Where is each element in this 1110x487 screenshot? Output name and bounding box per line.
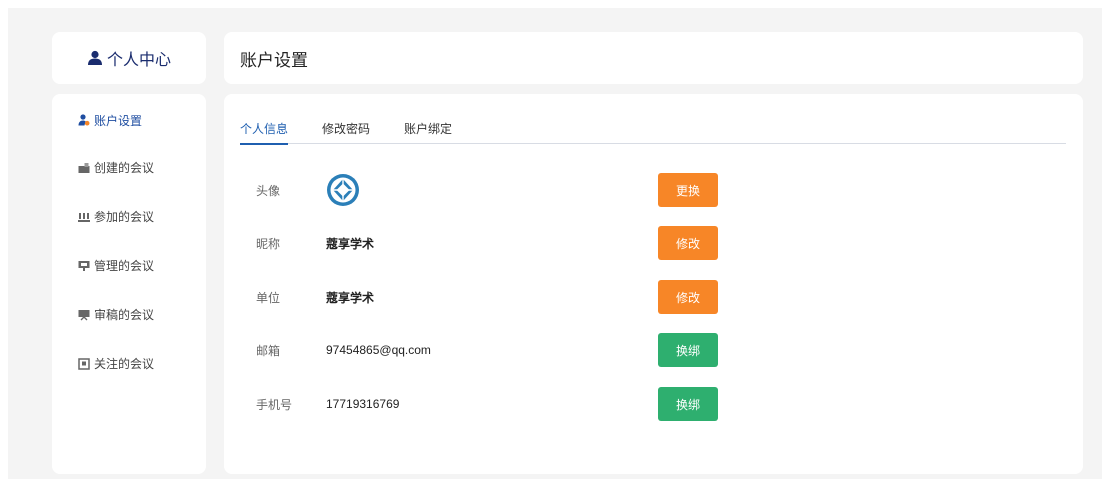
sidebar-item-created-meetings[interactable]: 创建的会议 <box>52 143 206 192</box>
rebind-phone-button[interactable]: 换绑 <box>658 387 718 421</box>
main-header: 账户设置 <box>224 32 1083 84</box>
email-row: 邮箱 97454865@qq.com <box>256 333 726 367</box>
unit-value: 蔻享学术 <box>326 290 375 305</box>
sidebar-title: 个人中心 <box>106 52 171 69</box>
sidebar-item-label: 管理的会议 <box>94 259 155 273</box>
avatar <box>326 173 360 207</box>
tab-personal-info[interactable]: 个人信息 <box>240 120 289 145</box>
sidebar-nav: 账户设置 创建的会议 参加的会议 管理的会议 审稿的会议 关注的会议 <box>52 94 206 474</box>
sidebar-item-label: 账户设置 <box>94 113 143 128</box>
edit-unit-button[interactable]: 修改 <box>658 280 718 314</box>
unit-label: 单位 <box>256 290 281 305</box>
join-meeting-icon <box>78 211 90 223</box>
tab-account-binding[interactable]: 账户绑定 <box>404 120 452 144</box>
sidebar-item-label: 审稿的会议 <box>94 308 155 322</box>
sidebar-item-joined-meetings[interactable]: 参加的会议 <box>52 192 206 241</box>
change-avatar-button[interactable]: 更换 <box>658 173 718 207</box>
tab-bar: 个人信息 修改密码 账户绑定 <box>240 120 1066 145</box>
sidebar-header: 个人中心 <box>52 32 206 84</box>
phone-row: 手机号 17719316769 <box>256 387 726 421</box>
avatar-row: 头像 <box>256 173 726 207</box>
nickname-label: 昵称 <box>256 236 281 251</box>
email-label: 邮箱 <box>256 343 281 358</box>
sidebar-item-reviewed-meetings[interactable]: 审稿的会议 <box>52 290 206 339</box>
manage-meeting-icon <box>78 260 90 272</box>
review-meeting-icon <box>78 309 90 321</box>
avatar-label: 头像 <box>256 183 281 198</box>
nickname-row: 昵称 蔻享学术 <box>256 226 726 260</box>
sidebar-item-label: 参加的会议 <box>94 210 155 224</box>
sidebar-item-label: 创建的会议 <box>94 161 155 175</box>
user-settings-icon <box>78 114 90 126</box>
main-content: 个人信息 修改密码 账户绑定 头像 更换 昵称 蔻享学术 修改 单位 蔻享学术 … <box>224 94 1083 474</box>
tab-change-password[interactable]: 修改密码 <box>322 120 370 144</box>
email-value: 97454865@qq.com <box>326 343 431 357</box>
unit-row: 单位 蔻享学术 <box>256 280 726 314</box>
phone-value: 17719316769 <box>326 397 400 411</box>
nickname-value: 蔻享学术 <box>326 236 375 251</box>
phone-label: 手机号 <box>256 397 293 412</box>
sidebar-item-account-settings[interactable]: 账户设置 <box>52 97 206 143</box>
follow-meeting-icon <box>78 357 90 370</box>
page-title: 账户设置 <box>240 50 308 70</box>
rebind-email-button[interactable]: 换绑 <box>658 333 718 367</box>
sidebar-item-managed-meetings[interactable]: 管理的会议 <box>52 241 206 290</box>
user-icon <box>87 50 105 66</box>
sidebar-item-followed-meetings[interactable]: 关注的会议 <box>52 339 206 388</box>
sidebar-item-label: 关注的会议 <box>94 357 155 371</box>
create-meeting-icon <box>78 162 90 174</box>
edit-nickname-button[interactable]: 修改 <box>658 226 718 260</box>
